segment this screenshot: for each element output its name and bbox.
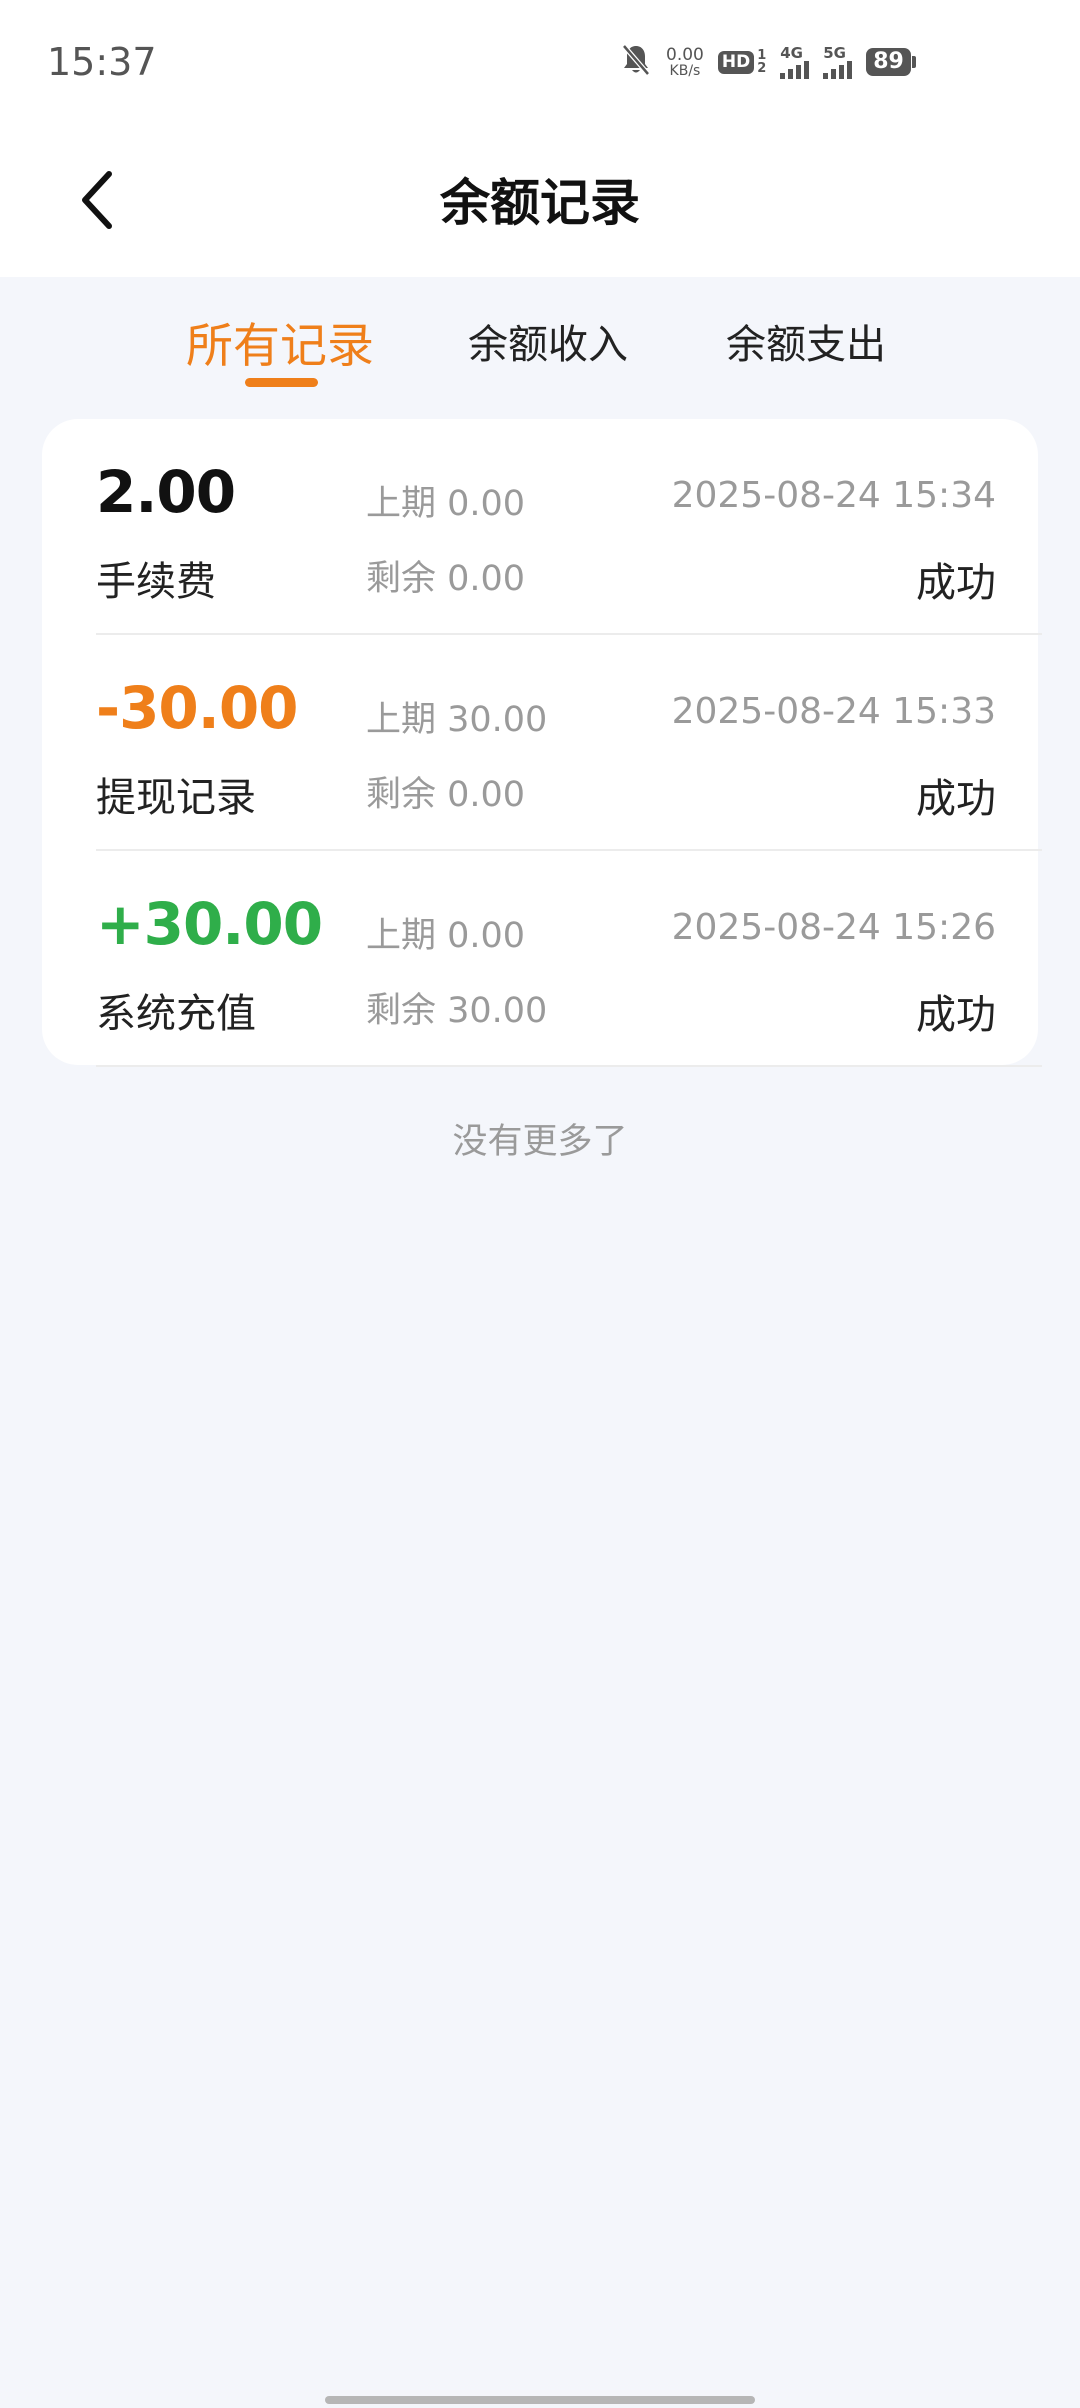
record-type: 手续费	[96, 559, 216, 605]
records-card: 2.00 手续费 上期 0.00 剩余 0.00 2025-08-24 15:3…	[42, 419, 1042, 1067]
battery-icon: 89	[866, 48, 916, 76]
no-more-text: 没有更多了	[452, 1122, 628, 1162]
net-speed: 0.00 KB/s	[666, 44, 704, 79]
record-time: 2025-08-24 15:26	[671, 907, 996, 948]
active-tab-indicator	[245, 378, 318, 387]
record-amount: +30.00	[96, 890, 323, 958]
hd-sim-bottom: 2	[757, 61, 767, 76]
status-bar: 15:37 0.00 KB/s HD 1 2 4G 5G 89	[0, 0, 1080, 125]
record-type: 系统充值	[96, 991, 256, 1037]
record-amount: 2.00	[96, 458, 236, 526]
record-time: 2025-08-24 15:33	[671, 691, 996, 732]
record-status: 成功	[916, 992, 996, 1038]
status-time: 15:37	[47, 40, 157, 84]
signal-4g-icon: 4G	[780, 43, 810, 79]
record-status: 成功	[916, 560, 996, 606]
battery-level: 89	[866, 48, 911, 76]
record-remaining-balance: 剩余 0.00	[366, 775, 526, 815]
tab-balance-expense[interactable]: 余额支出	[726, 312, 886, 370]
record-time: 2025-08-24 15:34	[671, 475, 996, 516]
record-row[interactable]: +30.00 系统充值 上期 0.00 剩余 30.00 2025-08-24 …	[42, 851, 1042, 1067]
tab-bar: 所有记录 余额收入 余额支出	[0, 277, 1080, 417]
hd-icon: HD 1 2	[717, 49, 766, 75]
nav-bar: 余额记录	[0, 125, 1080, 277]
signal-5g-icon: 5G	[823, 43, 853, 79]
hd-label: HD	[717, 50, 755, 74]
home-indicator[interactable]	[325, 2396, 755, 2404]
top-area: 15:37 0.00 KB/s HD 1 2 4G 5G 89 余额记录	[0, 0, 1080, 277]
record-status: 成功	[916, 776, 996, 822]
tab-all-records[interactable]: 所有记录	[186, 307, 374, 376]
record-type: 提现记录	[96, 775, 256, 821]
page-title: 余额记录	[440, 174, 640, 232]
network-type-1: 4G	[780, 43, 803, 62]
tab-balance-income[interactable]: 余额收入	[468, 312, 628, 370]
hd-sims: 1 2	[757, 49, 766, 75]
record-previous-balance: 上期 0.00	[366, 916, 526, 956]
record-row[interactable]: 2.00 手续费 上期 0.00 剩余 0.00 2025-08-24 15:3…	[42, 419, 1042, 635]
record-remaining-balance: 剩余 30.00	[366, 991, 548, 1031]
net-speed-value: 0.00	[666, 44, 704, 65]
record-remaining-balance: 剩余 0.00	[366, 559, 526, 599]
record-previous-balance: 上期 30.00	[366, 700, 548, 740]
status-icons: 0.00 KB/s HD 1 2 4G 5G 89	[620, 42, 916, 82]
record-previous-balance: 上期 0.00	[366, 484, 526, 524]
divider	[96, 1065, 1042, 1067]
bell-muted-icon	[620, 43, 652, 81]
record-amount: -30.00	[96, 674, 299, 742]
record-row[interactable]: -30.00 提现记录 上期 30.00 剩余 0.00 2025-08-24 …	[42, 635, 1042, 851]
network-type-2: 5G	[823, 43, 846, 62]
net-speed-unit: KB/s	[669, 62, 701, 79]
